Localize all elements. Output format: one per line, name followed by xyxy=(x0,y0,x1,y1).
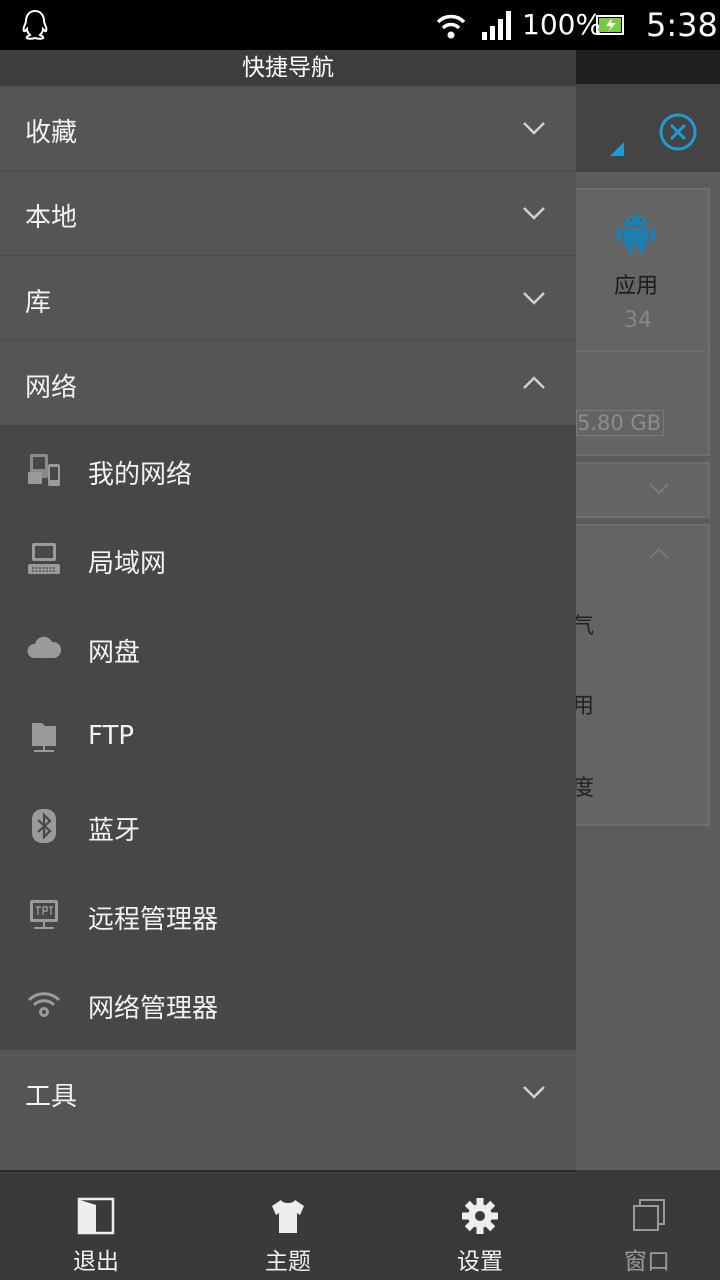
drawer-title: 快捷导航 xyxy=(0,50,576,87)
battery-charging-icon xyxy=(596,15,624,35)
ftp-icon xyxy=(32,723,56,752)
network-item-ftp[interactable]: FTP xyxy=(0,693,576,782)
chevron-down-icon xyxy=(523,207,545,220)
chevron-up-icon xyxy=(523,376,545,389)
network-item-label: 蓝牙 xyxy=(88,816,141,846)
navigation-drawer: 快捷导航 收藏 本地 库 网络 我的网络 局域网 网盘 FTP 蓝牙 远程管理器… xyxy=(0,50,576,1280)
close-circle-icon[interactable] xyxy=(658,112,698,152)
network-item-network-manager[interactable]: 网络管理器 xyxy=(0,960,576,1049)
section-network[interactable]: 网络 xyxy=(0,341,576,425)
bg-app-count: 34 xyxy=(624,308,652,333)
settings-label: 设置 xyxy=(457,1249,503,1275)
exit-label: 退出 xyxy=(73,1249,119,1275)
lan-icon xyxy=(28,543,60,574)
drawer-spacer xyxy=(0,1134,576,1170)
section-library[interactable]: 库 xyxy=(0,256,576,341)
network-item-remote-manager[interactable]: 远程管理器 xyxy=(0,871,576,960)
bg-app-label: 应用 xyxy=(614,274,659,299)
network-item-cloud[interactable]: 网盘 xyxy=(0,604,576,693)
theme-icon xyxy=(272,1200,304,1233)
exit-button[interactable]: 退出 xyxy=(0,1172,192,1280)
window-icon[interactable] xyxy=(632,1198,666,1232)
qq-icon xyxy=(22,9,48,40)
bg-divider xyxy=(576,350,706,352)
bg-chevron-down-icon xyxy=(649,483,669,495)
network-manager-icon xyxy=(27,992,61,1017)
chevron-down-icon xyxy=(523,122,545,135)
bg-storage-size: 5.80 GB xyxy=(576,410,664,436)
section-label: 收藏 xyxy=(25,118,78,148)
network-item-label: 我的网络 xyxy=(88,460,193,490)
signal-icon xyxy=(482,11,511,40)
bg-chevron-up-icon xyxy=(649,547,669,559)
network-submenu: 我的网络 局域网 网盘 FTP 蓝牙 远程管理器 网络管理器 xyxy=(0,426,576,1050)
settings-icon xyxy=(462,1198,498,1234)
chevron-down-icon xyxy=(523,292,545,305)
network-item-label: 网盘 xyxy=(88,638,141,668)
battery-percent: 100% xyxy=(522,8,603,41)
network-item-my-network[interactable]: 我的网络 xyxy=(0,426,576,515)
clock: 5:38 xyxy=(646,6,718,44)
bluetooth-icon xyxy=(32,809,56,843)
network-item-label: 局域网 xyxy=(88,549,167,579)
section-label: 本地 xyxy=(25,203,78,233)
network-item-label: 网络管理器 xyxy=(88,994,219,1024)
cloud-icon xyxy=(27,636,62,658)
android-icon[interactable] xyxy=(614,210,658,256)
network-item-label: 远程管理器 xyxy=(88,905,219,935)
my-network-icon xyxy=(28,454,60,486)
section-tools[interactable]: 工具 xyxy=(0,1050,576,1135)
wifi-icon xyxy=(436,14,466,39)
network-item-bluetooth[interactable]: 蓝牙 xyxy=(0,782,576,871)
exit-icon xyxy=(77,1197,115,1235)
dropdown-triangle-icon xyxy=(610,142,624,156)
section-favorites[interactable]: 收藏 xyxy=(0,86,576,171)
status-bar: 100% 5:38 xyxy=(0,0,720,50)
chevron-down-icon xyxy=(523,1086,545,1099)
settings-button[interactable]: 设置 xyxy=(384,1172,576,1280)
theme-label: 主题 xyxy=(265,1249,311,1275)
section-label: 网络 xyxy=(25,373,78,403)
theme-button[interactable]: 主题 xyxy=(192,1172,384,1280)
section-local[interactable]: 本地 xyxy=(0,171,576,256)
section-label: 工具 xyxy=(25,1082,78,1112)
remote-manager-icon xyxy=(30,900,58,929)
network-item-lan[interactable]: 局域网 xyxy=(0,515,576,604)
drawer-bottom-bar: 退出 主题 设置 xyxy=(0,1170,576,1280)
section-label: 库 xyxy=(25,288,52,318)
window-label[interactable]: 窗口 xyxy=(624,1242,670,1276)
network-item-label: FTP xyxy=(88,721,135,751)
bg-collapsed-card xyxy=(560,462,710,518)
